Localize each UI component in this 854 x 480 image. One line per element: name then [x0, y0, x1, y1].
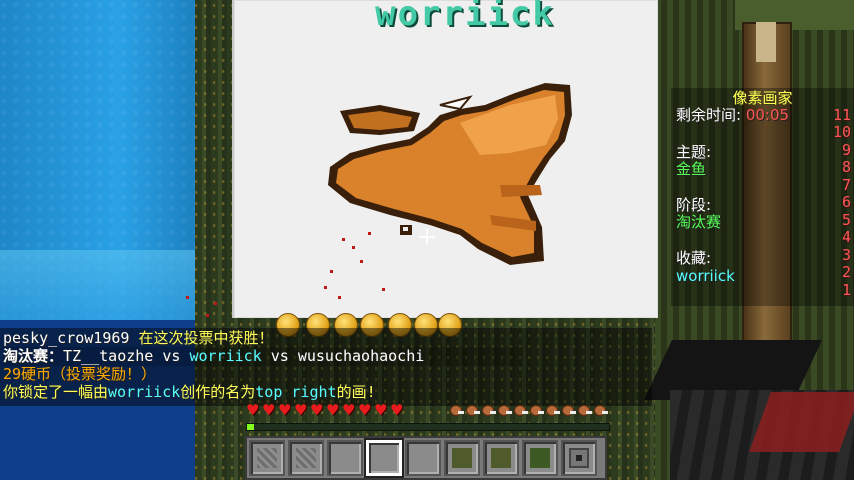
chat-vs: vs	[261, 347, 298, 365]
food-icon	[464, 403, 480, 417]
hotbar-slot-9[interactable]	[561, 440, 597, 476]
painting-title: top right	[255, 383, 337, 401]
stage-value: 淘汰赛	[676, 213, 722, 231]
score-line: 2	[841, 263, 851, 281]
blood-particle	[186, 296, 189, 299]
sponge-block-icon	[491, 448, 511, 468]
stage-label: 阶段:	[676, 196, 712, 214]
food-icon	[544, 403, 560, 417]
chat-text: 创作的名为	[180, 383, 256, 401]
scoreboard-title: 像素画家	[732, 89, 793, 107]
blood-particle	[214, 302, 217, 305]
score-line: 4	[841, 228, 851, 246]
chat-player: wusuchaohaochi	[297, 347, 425, 365]
heart-icon: ♥	[326, 401, 340, 419]
heart-icon: ♥	[390, 401, 404, 419]
hotbar-slot-1[interactable]	[249, 440, 285, 476]
held-block	[640, 340, 854, 480]
chat-player: pesky_crow1969	[3, 329, 130, 347]
chat-prefix: 淘汰赛：	[3, 347, 64, 365]
builder-name-sign: worriick	[375, 0, 555, 34]
favorite-label: 收藏:	[676, 249, 712, 267]
chat-box: pesky_crow1969 在这次投票中获胜！ 淘汰赛：TZ__taozhe …	[0, 328, 652, 406]
blood-particle	[382, 288, 385, 291]
chat-line-vote-winner: pesky_crow1969 在这次投票中获胜！	[3, 329, 273, 348]
favorite-value: worriick	[676, 267, 735, 285]
gravel-block-icon	[257, 448, 277, 468]
hotbar-slot-7[interactable]	[483, 440, 519, 476]
blood-particle	[324, 286, 327, 289]
score-line: 3	[841, 246, 851, 264]
time-label: 剩余时间:	[676, 106, 746, 124]
theme-label: 主题:	[676, 143, 712, 161]
blood-particle	[360, 260, 363, 263]
moss-block-icon	[530, 448, 550, 468]
scoreboard-sidebar: 像素画家 剩余时间: 00:05 主题: 金鱼 阶段: 淘汰赛 收藏: worr…	[671, 88, 854, 306]
hotbar-slot-8[interactable]	[522, 440, 558, 476]
fish-eye-white	[403, 227, 408, 231]
heart-icon: ♥	[246, 401, 260, 419]
food-icon	[448, 403, 464, 417]
hotbar-slot-5[interactable]	[405, 440, 441, 476]
heart-icon: ♥	[262, 401, 276, 419]
food-icon	[576, 403, 592, 417]
food-icon	[512, 403, 528, 417]
time-value: 00:05	[745, 106, 790, 124]
food-icon	[480, 403, 496, 417]
hotbar-slot-4-selected[interactable]	[364, 438, 404, 478]
hotbar-slot-2[interactable]	[288, 440, 324, 476]
score-line: 9	[841, 141, 851, 159]
score-line: 5	[841, 211, 851, 229]
ice-layer	[0, 250, 200, 330]
gravel-block-icon	[296, 448, 316, 468]
blood-particle	[330, 270, 333, 273]
score-line: 11	[832, 106, 851, 124]
sponge-block-icon	[452, 448, 472, 468]
score-line: 1	[841, 281, 851, 299]
score-line: 8	[841, 158, 851, 176]
hotbar-slot-3[interactable]	[327, 440, 363, 476]
food-icon	[560, 403, 576, 417]
chat-player: worriick	[108, 383, 181, 401]
blood-particle	[342, 238, 345, 241]
chat-text: 在这次投票中获胜！	[129, 329, 274, 347]
goldfish-painting	[328, 83, 572, 265]
pillar-cap	[756, 22, 776, 62]
chat-text: 的画!	[336, 383, 376, 401]
experience-fill	[247, 424, 255, 430]
heart-icon: ♥	[374, 401, 388, 419]
chat-vs: vs	[153, 347, 190, 365]
hotbar-slot-6[interactable]	[444, 440, 480, 476]
chat-line-coins: 29硬币（投票奖励！）	[3, 365, 157, 383]
crosshair-icon	[419, 229, 435, 245]
fish-white-stroke	[439, 95, 473, 111]
chat-player: worriick	[189, 347, 262, 365]
chat-text: 你锁定了一幅由	[3, 383, 109, 401]
food-icon	[496, 403, 512, 417]
theme-value: 金鱼	[676, 160, 707, 178]
score-line: 10	[832, 123, 851, 141]
experience-bar	[246, 423, 610, 431]
blood-particle	[206, 314, 209, 317]
dispenser-block-icon	[569, 448, 589, 468]
blood-particle	[338, 296, 341, 299]
blood-particle	[352, 246, 355, 249]
heart-icon: ♥	[358, 401, 372, 419]
score-line: 6	[841, 193, 851, 211]
chat-line-lock-painting: 你锁定了一幅由worriick创作的名为top right的画!	[3, 383, 376, 402]
food-icon	[592, 403, 608, 417]
heart-icon: ♥	[278, 401, 292, 419]
heart-icon: ♥	[310, 401, 324, 419]
blue-wall	[0, 0, 200, 480]
time-remaining: 剩余时间: 00:05	[676, 107, 789, 124]
food-icon	[528, 403, 544, 417]
chat-player: TZ__taozhe	[63, 347, 154, 365]
blood-particle	[368, 232, 371, 235]
chat-line-knockout: 淘汰赛：TZ__taozhe vs worriick vs wusuchaoha…	[3, 347, 523, 366]
heart-icon: ♥	[294, 401, 308, 419]
hotbar	[245, 436, 607, 480]
heart-icon: ♥	[342, 401, 356, 419]
score-line: 7	[841, 176, 851, 194]
